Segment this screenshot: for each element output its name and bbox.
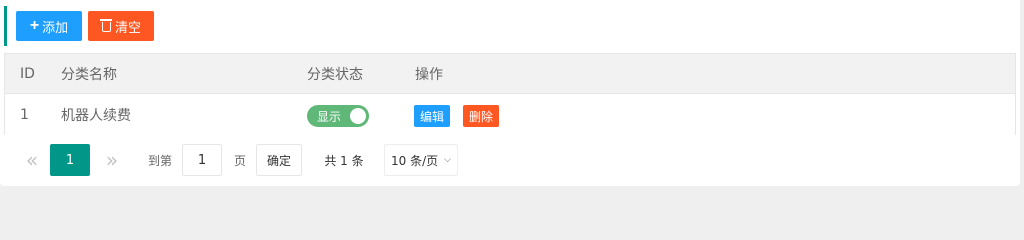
page-size-value: 10 条/页	[391, 153, 439, 168]
row-id: 1	[20, 107, 29, 123]
plus-icon: +	[29, 17, 40, 34]
clear-button-label: 清空	[114, 19, 141, 35]
toggle-knob	[350, 108, 366, 124]
delete-button[interactable]: 删除	[463, 105, 499, 127]
table-header: ID 分类名称 分类状态 操作	[5, 54, 1015, 94]
content-card: + 添加 清空 ID 分类名称 分类状态 操作 1 机器人续费 显示 编辑 删除…	[0, 0, 1020, 186]
page-size-select[interactable]: 10 条/页 ⌵	[384, 144, 458, 176]
edit-button[interactable]: 编辑	[414, 105, 450, 127]
category-table: ID 分类名称 分类状态 操作 1 机器人续费 显示 编辑 删除	[4, 53, 1016, 135]
next-page-icon[interactable]: »	[94, 144, 130, 176]
current-page-button[interactable]: 1	[50, 144, 90, 176]
prev-page-icon[interactable]: «	[14, 144, 50, 176]
goto-page-input[interactable]: 1	[182, 144, 222, 176]
goto-label: 到第	[147, 153, 172, 168]
add-button[interactable]: + 添加	[16, 11, 82, 41]
total-count: 共 1 条	[324, 153, 364, 168]
status-toggle-label: 显示	[317, 109, 342, 124]
status-toggle[interactable]: 显示	[307, 105, 369, 127]
trash-icon	[99, 19, 112, 32]
header-id: ID	[20, 65, 35, 82]
page-label: 页	[233, 153, 246, 168]
row-name: 机器人续费	[61, 108, 131, 124]
chevron-down-icon: ⌵	[444, 155, 451, 165]
header-actions: 操作	[415, 66, 443, 83]
clear-button[interactable]: 清空	[88, 11, 154, 41]
toolbar: + 添加 清空	[4, 6, 1016, 46]
pagination: « 1 » 到第 1 页 确定 共 1 条 10 条/页 ⌵	[4, 142, 704, 178]
header-name: 分类名称	[61, 66, 117, 83]
confirm-button[interactable]: 确定	[256, 144, 302, 176]
header-status: 分类状态	[307, 66, 363, 83]
table-row: 1 机器人续费 显示 编辑 删除	[5, 95, 1015, 135]
add-button-label: 添加	[42, 19, 69, 35]
